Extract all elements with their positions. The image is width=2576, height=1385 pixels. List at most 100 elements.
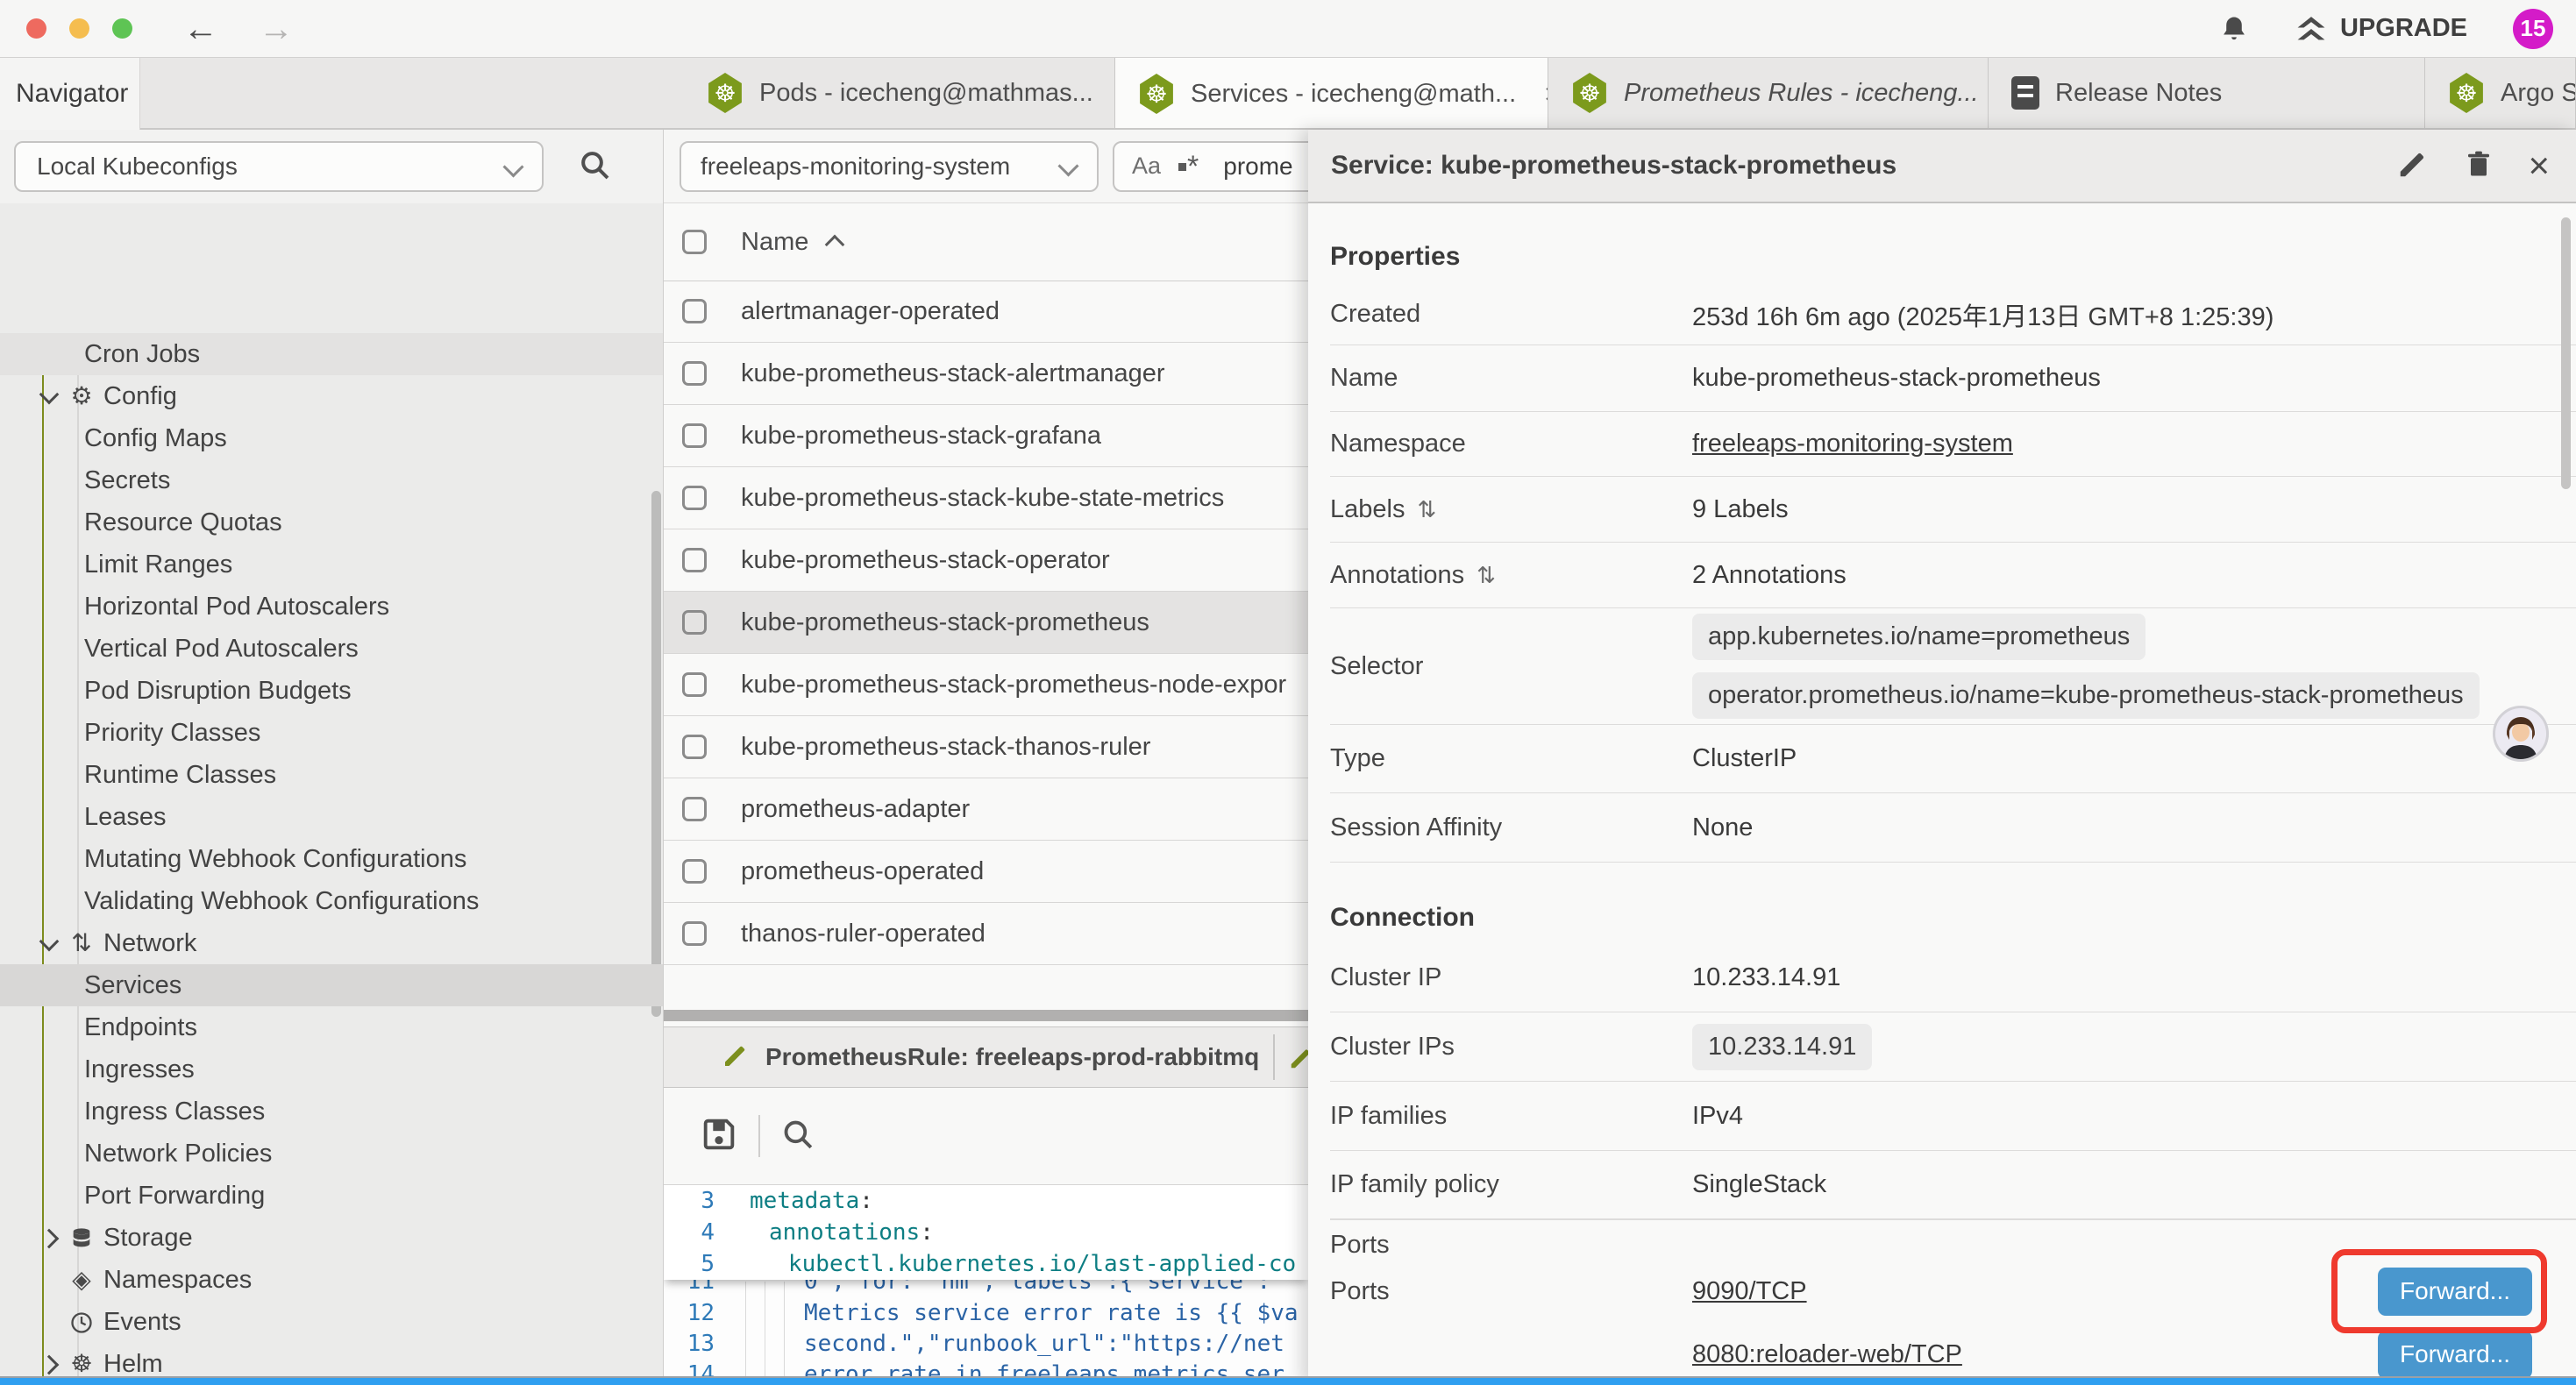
save-icon[interactable] bbox=[699, 1114, 739, 1159]
forward-button[interactable]: → bbox=[259, 11, 294, 46]
row-checkbox[interactable] bbox=[682, 486, 707, 510]
row-checkbox[interactable] bbox=[682, 921, 707, 946]
sidebar-item-cron-jobs[interactable]: Cron Jobs bbox=[0, 333, 663, 375]
document-tabs: ☸Pods - icecheng@mathmas...☸Services - i… bbox=[684, 58, 2576, 130]
row-checkbox[interactable] bbox=[682, 423, 707, 448]
close-window-button[interactable] bbox=[26, 18, 46, 39]
port-link[interactable]: 9090/TCP bbox=[1692, 1277, 1807, 1306]
property-label: Created bbox=[1330, 300, 1692, 329]
tab-argo-se[interactable]: ☸Argo Se bbox=[2425, 58, 2576, 128]
tab-label: Prometheus Rules - icecheng... bbox=[1624, 79, 1979, 108]
row-checkbox[interactable] bbox=[682, 859, 707, 884]
row-checkbox[interactable] bbox=[682, 610, 707, 635]
tab-services-icecheng-math[interactable]: ☸Services - icecheng@math...× bbox=[1115, 58, 1548, 130]
edit-pencil-icon[interactable] bbox=[2396, 147, 2430, 185]
regex-toggle[interactable]: * bbox=[1178, 159, 1199, 174]
notification-badge[interactable]: 15 bbox=[2513, 9, 2553, 49]
sidebar-item-mutating-webhook-configurations[interactable]: Mutating Webhook Configurations bbox=[0, 838, 663, 880]
tab-release-notes[interactable]: Release Notes bbox=[1989, 58, 2425, 128]
forward-button[interactable]: Forward... bbox=[2378, 1331, 2532, 1379]
table-row[interactable]: kube-prometheus-stack-prometheus bbox=[664, 592, 1308, 654]
sidebar-item-leases[interactable]: Leases bbox=[0, 796, 663, 838]
match-case-toggle[interactable]: Aa bbox=[1132, 153, 1161, 180]
namespace-select[interactable]: freeleaps-monitoring-system bbox=[680, 141, 1099, 192]
yaml-editor[interactable]: 3metadata:4annotations:5kubectl.kubernet… bbox=[664, 1185, 1308, 1385]
forward-button[interactable]: Forward... bbox=[2378, 1268, 2532, 1316]
chevron-right-icon[interactable] bbox=[39, 1229, 60, 1249]
sidebar-item-ingress-classes[interactable]: Ingress Classes bbox=[0, 1090, 663, 1133]
maximize-window-button[interactable] bbox=[112, 18, 132, 39]
sidebar-item-pod-disruption-budgets[interactable]: Pod Disruption Budgets bbox=[0, 670, 663, 712]
sidebar-item-label: Network bbox=[103, 929, 196, 958]
horizontal-scrollbar[interactable] bbox=[664, 1010, 1308, 1021]
chevron-right-icon[interactable] bbox=[39, 1355, 60, 1375]
sidebar-item-validating-webhook-configurations[interactable]: Validating Webhook Configurations bbox=[0, 880, 663, 922]
sidebar-item-limit-ranges[interactable]: Limit Ranges bbox=[0, 543, 663, 586]
sidebar-item-runtime-classes[interactable]: Runtime Classes bbox=[0, 754, 663, 796]
sidebar-item-network[interactable]: ⇅Network bbox=[0, 922, 663, 964]
runbook-url-link[interactable]: https://net bbox=[1134, 1331, 1284, 1357]
table-row[interactable]: kube-prometheus-stack-alertmanager bbox=[664, 343, 1308, 405]
line-number: 11 bbox=[664, 1280, 715, 1295]
delete-trash-icon[interactable] bbox=[2463, 147, 2494, 185]
chevron-down-icon[interactable] bbox=[39, 385, 60, 405]
sort-updown-icon[interactable]: ⇅ bbox=[1477, 562, 1496, 589]
row-checkbox[interactable] bbox=[682, 735, 707, 759]
close-icon[interactable]: × bbox=[1532, 78, 1548, 110]
table-row[interactable]: kube-prometheus-stack-thanos-ruler bbox=[664, 716, 1308, 778]
detail-scrollbar[interactable] bbox=[2561, 217, 2571, 489]
column-header-name[interactable]: Name bbox=[741, 228, 808, 257]
sidebar-item-horizontal-pod-autoscalers[interactable]: Horizontal Pod Autoscalers bbox=[0, 586, 663, 628]
table-row[interactable]: kube-prometheus-stack-prometheus-node-ex… bbox=[664, 654, 1308, 716]
chevron-down-icon[interactable] bbox=[39, 932, 60, 952]
table-row[interactable]: prometheus-adapter bbox=[664, 778, 1308, 841]
navigator-panel-tab[interactable]: Navigator bbox=[0, 58, 140, 130]
sidebar-item-ingresses[interactable]: Ingresses bbox=[0, 1048, 663, 1090]
sidebar-search-icon[interactable] bbox=[577, 147, 612, 187]
editor-tab-label[interactable]: PrometheusRule: freeleaps-prod-rabbitmq bbox=[765, 1043, 1259, 1071]
tab-prometheus-rules-icecheng[interactable]: ☸Prometheus Rules - icecheng... bbox=[1548, 58, 1989, 128]
sidebar-item-vertical-pod-autoscalers[interactable]: Vertical Pod Autoscalers bbox=[0, 628, 663, 670]
namespace-link[interactable]: freeleaps-monitoring-system bbox=[1692, 430, 2013, 458]
minimize-window-button[interactable] bbox=[69, 18, 89, 39]
table-row[interactable]: thanos-ruler-operated bbox=[664, 903, 1308, 965]
sidebar-item-storage[interactable]: Storage bbox=[0, 1217, 663, 1259]
kubeconfig-select[interactable]: Local Kubeconfigs bbox=[14, 141, 544, 192]
sort-updown-icon[interactable]: ⇅ bbox=[1417, 496, 1436, 523]
back-button[interactable]: ← bbox=[183, 11, 218, 46]
row-checkbox[interactable] bbox=[682, 548, 707, 572]
sort-ascending-icon[interactable] bbox=[825, 235, 845, 255]
table-row[interactable]: prometheus-operated bbox=[664, 841, 1308, 903]
bell-icon[interactable] bbox=[2219, 14, 2249, 44]
sidebar-item-resource-quotas[interactable]: Resource Quotas bbox=[0, 501, 663, 543]
row-checkbox[interactable] bbox=[682, 797, 707, 821]
kubernetes-icon: ☸ bbox=[2448, 73, 2485, 113]
select-all-checkbox[interactable] bbox=[682, 230, 707, 254]
sidebar-item-services[interactable]: Services bbox=[0, 964, 663, 1006]
property-label: Selector bbox=[1330, 652, 1692, 681]
port-link[interactable]: 8080:reloader-web/TCP bbox=[1692, 1340, 1962, 1369]
sidebar-item-secrets[interactable]: Secrets bbox=[0, 459, 663, 501]
sidebar-item-events[interactable]: Events bbox=[0, 1301, 663, 1343]
close-icon[interactable]: × bbox=[2528, 147, 2550, 184]
sidebar-item-port-forwarding[interactable]: Port Forwarding bbox=[0, 1175, 663, 1217]
property-label: Cluster IP bbox=[1330, 963, 1692, 992]
table-row[interactable]: kube-prometheus-stack-grafana bbox=[664, 405, 1308, 467]
sidebar-item-priority-classes[interactable]: Priority Classes bbox=[0, 712, 663, 754]
table-row[interactable]: kube-prometheus-stack-operator bbox=[664, 529, 1308, 592]
row-checkbox[interactable] bbox=[682, 299, 707, 323]
tab-pods-icecheng-mathmas[interactable]: ☸Pods - icecheng@mathmas... bbox=[684, 58, 1115, 128]
row-checkbox[interactable] bbox=[682, 361, 707, 386]
table-row[interactable]: kube-prometheus-stack-kube-state-metrics bbox=[664, 467, 1308, 529]
upgrade-button[interactable]: UPGRADE bbox=[2295, 14, 2467, 44]
sidebar-item-endpoints[interactable]: Endpoints bbox=[0, 1006, 663, 1048]
row-checkbox[interactable] bbox=[682, 672, 707, 697]
editor-search-icon[interactable] bbox=[779, 1116, 816, 1157]
sidebar-item-namespaces[interactable]: ◈Namespaces bbox=[0, 1259, 663, 1301]
sidebar-item-network-policies[interactable]: Network Policies bbox=[0, 1133, 663, 1175]
property-label-text: Annotations bbox=[1330, 561, 1464, 590]
table-row[interactable]: alertmanager-operated bbox=[664, 281, 1308, 343]
sidebar-item-config[interactable]: ⚙Config bbox=[0, 375, 663, 417]
avatar[interactable] bbox=[2493, 706, 2549, 762]
sidebar-item-config-maps[interactable]: Config Maps bbox=[0, 417, 663, 459]
